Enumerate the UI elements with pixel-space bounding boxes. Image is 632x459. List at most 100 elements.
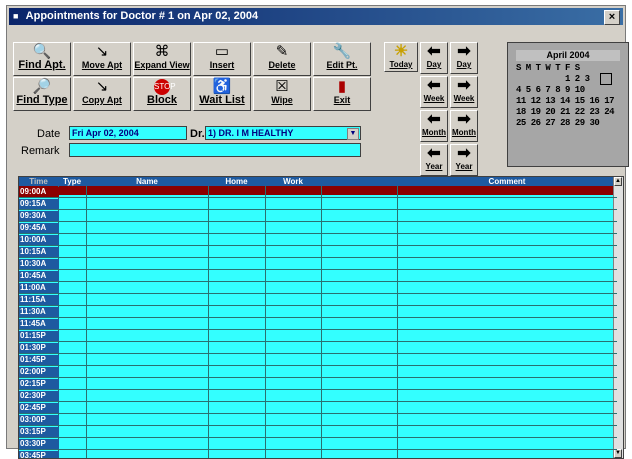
row-divider <box>19 341 617 342</box>
edit-pt-button[interactable]: 🔧 Edit Pt. <box>313 42 371 76</box>
remark-field[interactable] <box>69 143 361 157</box>
column-divider <box>265 186 266 458</box>
arrow-left-icon: ⬅ <box>427 145 441 162</box>
time-slot[interactable]: 09:15A <box>19 199 59 209</box>
column-divider <box>397 186 398 458</box>
date-field[interactable]: Fri Apr 02, 2004 <box>69 126 187 140</box>
column-header[interactable]: Comment <box>397 177 617 186</box>
column-header[interactable]: Time <box>19 177 58 186</box>
time-slot[interactable]: 11:15A <box>19 295 59 305</box>
calendar-week-2[interactable]: 4 5 6 7 8 9 10 <box>516 85 626 95</box>
row-divider <box>19 293 617 294</box>
row-divider <box>19 401 617 402</box>
time-slot[interactable]: 10:45A <box>19 271 59 281</box>
calendar-selected-day[interactable] <box>600 73 612 85</box>
find-type-button[interactable]: 🔎 Find Type <box>13 77 71 111</box>
month-next-button[interactable]: ➡ Month <box>450 110 478 142</box>
time-slot[interactable]: 02:00P <box>19 367 59 377</box>
find-apt-button[interactable]: 🔍 Find Apt. <box>13 42 71 76</box>
scroll-down-icon[interactable]: ▼ <box>614 449 622 458</box>
time-slot[interactable]: 02:30P <box>19 391 59 401</box>
appointment-grid: Time Type Name Home Work Comment ▲ ▼ 09:00A 09… <box>18 176 624 459</box>
time-slot[interactable]: 11:00A <box>19 283 59 293</box>
row-divider <box>19 365 617 366</box>
exit-button[interactable]: ▮ Exit <box>313 77 371 111</box>
chevron-down-icon[interactable]: ▼ <box>347 128 359 140</box>
column-divider <box>208 186 209 458</box>
window-title: Appointments for Doctor # 1 on Apr 02, 2… <box>25 10 259 22</box>
column-header[interactable]: Type <box>58 177 86 186</box>
day-next-button[interactable]: ➡ Day <box>450 42 478 74</box>
time-slot[interactable]: 11:30A <box>19 307 59 317</box>
time-slot[interactable]: 09:45A <box>19 223 59 233</box>
eraser-icon: ✎ <box>275 43 289 60</box>
find-apt-icon: 🔍 <box>32 43 52 60</box>
row-divider <box>19 425 617 426</box>
time-slot[interactable]: 03:45P <box>19 451 59 458</box>
arrow-right-icon: ➡ <box>457 77 471 94</box>
remark-label: Remark <box>21 145 60 157</box>
row-divider <box>19 437 617 438</box>
today-button[interactable]: ☀ Today <box>384 42 418 72</box>
time-slot[interactable]: 03:30P <box>19 439 59 449</box>
time-slot[interactable]: 01:45P <box>19 355 59 365</box>
wipe-button[interactable]: ☒ Wipe <box>253 77 311 111</box>
move-apt-icon: ↘ <box>95 43 109 60</box>
year-prev-button[interactable]: ⬅ Year <box>420 144 448 176</box>
time-slot[interactable]: 11:45A <box>19 319 59 329</box>
time-slot[interactable]: 09:00A <box>19 187 59 197</box>
copy-apt-icon: ↘ <box>95 78 109 95</box>
calendar-week-5[interactable]: 25 26 27 28 29 30 <box>516 118 626 128</box>
mini-calendar: April 2004 S M T W T F S 1 2 3 4 5 6 7 8… <box>507 42 629 167</box>
doctor-select[interactable]: 1) DR. I M HEALTHY ▼ <box>205 126 361 140</box>
column-header[interactable]: Home <box>208 177 265 186</box>
time-slot[interactable]: 10:30A <box>19 259 59 269</box>
scroll-up-icon[interactable]: ▲ <box>614 177 622 186</box>
wipe-icon: ☒ <box>275 78 289 95</box>
time-slot[interactable]: 09:30A <box>19 211 59 221</box>
year-next-button[interactable]: ➡ Year <box>450 144 478 176</box>
calendar-month: April 2004 <box>516 50 620 61</box>
time-slot[interactable]: 01:30P <box>19 343 59 353</box>
week-prev-button[interactable]: ⬅ Week <box>420 76 448 108</box>
copy-apt-button[interactable]: ↘ Copy Apt <box>73 77 131 111</box>
wait-list-button[interactable]: ♿ Wait List <box>193 77 251 111</box>
time-slot[interactable]: 02:45P <box>19 403 59 413</box>
window-menu-icon[interactable]: ■ <box>13 8 23 25</box>
column-header[interactable]: Name <box>86 177 208 186</box>
selected-row[interactable] <box>19 186 617 195</box>
move-apt-button[interactable]: ↘ Move Apt <box>73 42 131 76</box>
close-button[interactable]: × <box>604 10 620 25</box>
arrow-left-icon: ⬅ <box>427 43 441 60</box>
calendar-week-4[interactable]: 18 19 20 21 22 23 24 <box>516 107 626 117</box>
expand-view-button[interactable]: ⌘ Expand View <box>133 42 191 76</box>
week-next-button[interactable]: ➡ Week <box>450 76 478 108</box>
arrow-left-icon: ⬅ <box>427 111 441 128</box>
column-header[interactable]: Work <box>265 177 321 186</box>
time-slot[interactable]: 01:15P <box>19 331 59 341</box>
time-slot[interactable]: 10:00A <box>19 235 59 245</box>
row-divider <box>19 389 617 390</box>
row-divider <box>19 221 617 222</box>
arrow-right-icon: ➡ <box>457 43 471 60</box>
time-slot[interactable]: 10:15A <box>19 247 59 257</box>
insert-button[interactable]: ▭ Insert <box>193 42 251 76</box>
time-slot[interactable]: 03:00P <box>19 415 59 425</box>
time-slot[interactable]: 03:15P <box>19 427 59 437</box>
day-prev-button[interactable]: ⬅ Day <box>420 42 448 74</box>
calendar-week-3[interactable]: 11 12 13 14 15 16 17 <box>516 96 626 106</box>
date-label: Date <box>37 128 61 140</box>
wait-list-icon: ♿ <box>212 78 232 95</box>
arrow-right-icon: ➡ <box>457 111 471 128</box>
grid-header: Time Type Name Home Work Comment <box>19 177 619 186</box>
row-divider <box>19 305 617 306</box>
row-divider <box>19 233 617 234</box>
month-prev-button[interactable]: ⬅ Month <box>420 110 448 142</box>
row-divider <box>19 353 617 354</box>
stop-sign-icon: STOP <box>134 78 190 95</box>
arrow-right-icon: ➡ <box>457 145 471 162</box>
row-divider <box>19 197 617 198</box>
delete-button[interactable]: ✎ Delete <box>253 42 311 76</box>
time-slot[interactable]: 02:15P <box>19 379 59 389</box>
block-button[interactable]: STOP Block <box>133 77 191 111</box>
